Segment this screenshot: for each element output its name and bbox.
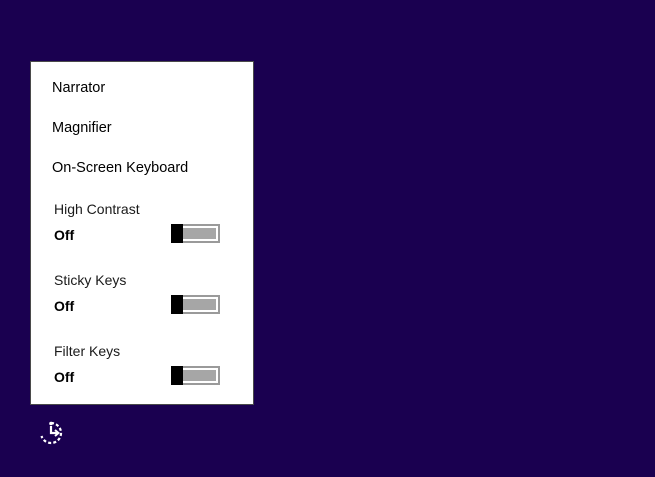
high-contrast-state: Off	[54, 227, 75, 243]
toggle-thumb[interactable]	[171, 224, 183, 243]
toggle-thumb[interactable]	[171, 295, 183, 314]
high-contrast-toggle[interactable]	[171, 224, 220, 243]
ease-of-access-panel: Narrator Magnifier On-Screen Keyboard Hi…	[30, 61, 254, 405]
onscreen-keyboard-item[interactable]: On-Screen Keyboard	[52, 160, 188, 176]
filter-keys-label: Filter Keys	[54, 343, 121, 359]
filter-keys-toggle[interactable]	[171, 366, 220, 385]
sticky-keys-state: Off	[54, 298, 75, 314]
ease-of-access-icon[interactable]	[38, 420, 64, 446]
filter-keys-state: Off	[54, 369, 75, 385]
sticky-keys-toggle[interactable]	[171, 295, 220, 314]
ease-of-access-icon-graphic	[40, 421, 63, 445]
magnifier-item[interactable]: Magnifier	[52, 120, 112, 136]
toggle-thumb[interactable]	[171, 366, 183, 385]
sticky-keys-label: Sticky Keys	[54, 272, 127, 288]
narrator-item[interactable]: Narrator	[52, 80, 105, 96]
high-contrast-label: High Contrast	[54, 201, 140, 217]
